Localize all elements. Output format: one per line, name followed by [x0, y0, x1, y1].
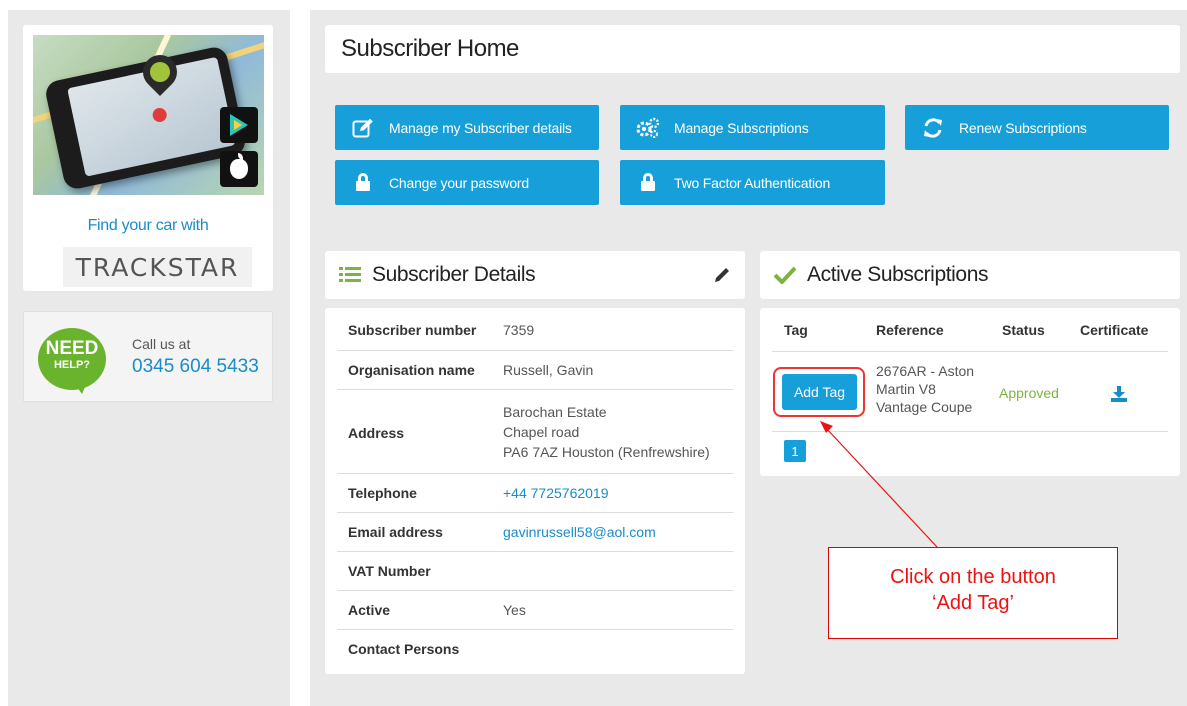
details-row: Telephone +44 7725762019	[337, 474, 733, 513]
apple-store-icon[interactable]	[220, 151, 258, 187]
column-header-status: Status	[1002, 322, 1045, 338]
active-subscriptions-table: Tag Reference Status Certificate Add Tag…	[760, 308, 1180, 476]
subscription-reference: 2676AR - Aston Martin V8 Vantage Coupe	[876, 363, 975, 415]
address-value: Barochan Estate Chapel road PA6 7AZ Hous…	[503, 404, 710, 460]
subscriber-details-table: Subscriber number 7359 Organisation name…	[325, 308, 745, 674]
lock-icon	[636, 171, 660, 195]
pagination-page-1[interactable]: 1	[784, 440, 806, 462]
details-row: Address Barochan Estate Chapel road PA6 …	[337, 390, 733, 474]
manage-subscriptions-button[interactable]: Manage Subscriptions	[620, 105, 885, 150]
column-header-reference: Reference	[876, 322, 944, 338]
details-row: VAT Number	[337, 552, 733, 591]
page-header: Subscriber Home	[325, 25, 1180, 73]
gears-icon	[636, 116, 660, 140]
instruction-callout: Click on the button ‘Add Tag’	[828, 547, 1118, 639]
two-factor-authentication-button[interactable]: Two Factor Authentication	[620, 160, 885, 205]
google-play-icon[interactable]	[220, 107, 258, 143]
trackstar-logo[interactable]: TRACKSTAR	[63, 247, 252, 287]
help-card: NEED HELP? Call us at 0345 604 5433	[23, 311, 273, 402]
add-tag-button[interactable]: Add Tag	[782, 374, 857, 410]
divider	[772, 351, 1168, 352]
promo-image	[33, 35, 264, 195]
renew-subscriptions-button[interactable]: Renew Subscriptions	[905, 105, 1169, 150]
call-number[interactable]: 0345 604 5433	[132, 356, 259, 378]
subscriber-details-title: Subscriber Details	[372, 263, 536, 286]
check-icon	[773, 263, 797, 287]
need-help-icon: NEED HELP?	[38, 328, 106, 394]
details-row: Active Yes	[337, 591, 733, 630]
details-row: Organisation name Russell, Gavin	[337, 351, 733, 390]
active-subscriptions-header: Active Subscriptions	[760, 251, 1180, 299]
sidebar: Find your car with TRACKSTAR NEED HELP? …	[8, 10, 290, 706]
list-icon	[338, 263, 362, 287]
edit-icon	[351, 116, 375, 140]
refresh-icon	[921, 116, 945, 140]
manage-subscriber-details-button[interactable]: Manage my Subscriber details	[335, 105, 599, 150]
telephone-link[interactable]: +44 7725762019	[503, 483, 609, 503]
page-title: Subscriber Home	[341, 35, 519, 62]
status-badge: Approved	[999, 385, 1059, 401]
promo-text: Find your car with	[87, 217, 209, 234]
trackstar-promo-card[interactable]: Find your car with TRACKSTAR	[23, 25, 273, 291]
column-header-tag: Tag	[784, 322, 808, 338]
pencil-icon[interactable]	[713, 266, 731, 284]
call-label: Call us at	[132, 336, 191, 352]
active-subscriptions-title: Active Subscriptions	[807, 263, 989, 286]
email-link[interactable]: gavinrussell58@aol.com	[503, 522, 656, 542]
column-header-certificate: Certificate	[1080, 322, 1149, 338]
divider	[772, 431, 1168, 432]
subscriber-details-header: Subscriber Details	[325, 251, 745, 299]
details-row: Contact Persons	[348, 641, 460, 657]
change-password-button[interactable]: Change your password	[335, 160, 599, 205]
download-icon[interactable]	[1111, 386, 1127, 402]
lock-icon	[351, 171, 375, 195]
details-row: Subscriber number 7359	[337, 308, 733, 351]
details-row: Email address gavinrussell58@aol.com	[337, 513, 733, 552]
